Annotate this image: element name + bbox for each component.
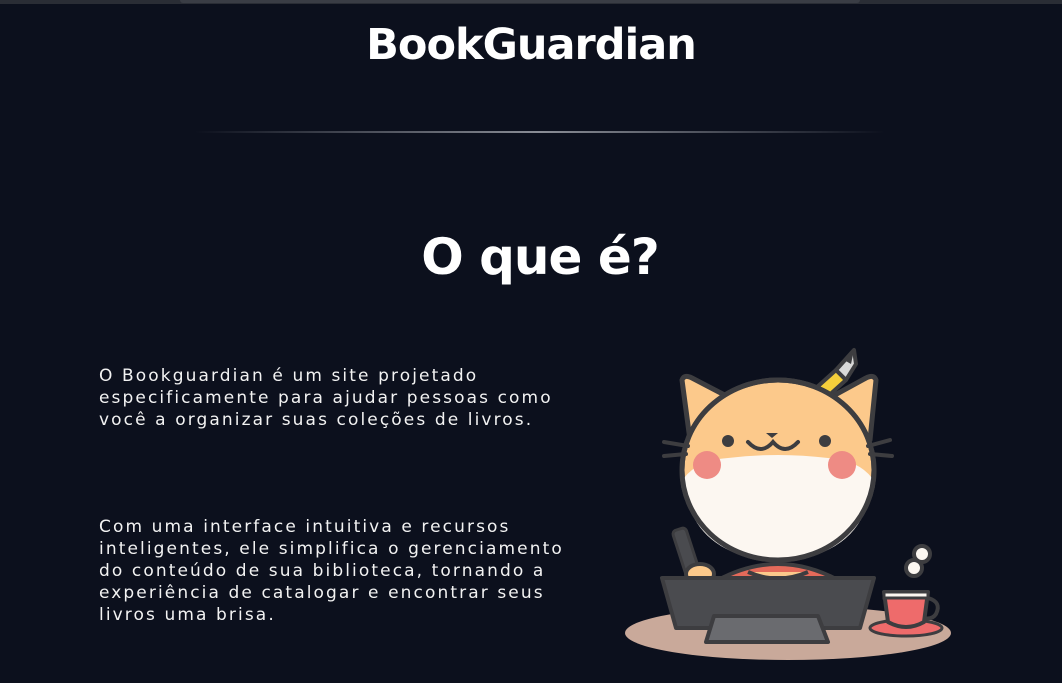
laptop-base [704, 614, 830, 644]
window-top-bar [0, 0, 1062, 4]
about-paragraph-1: O Bookguardian é um site projetado espec… [99, 366, 553, 430]
steam-icon [904, 544, 932, 578]
header-divider [195, 131, 885, 133]
cat-eye-right [819, 435, 831, 447]
about-paragraph-2: Com uma interface intuitiva e recursos i… [99, 517, 564, 625]
cat-eye-left [722, 435, 734, 447]
cat-cheek-right [828, 451, 856, 479]
cat-cheek-left [693, 451, 721, 479]
about-section-title: O que é? [421, 228, 660, 286]
cat-reading-illustration [625, 348, 951, 660]
site-brand-title: BookGuardian [366, 20, 697, 70]
top-bar-handle [180, 0, 860, 3]
